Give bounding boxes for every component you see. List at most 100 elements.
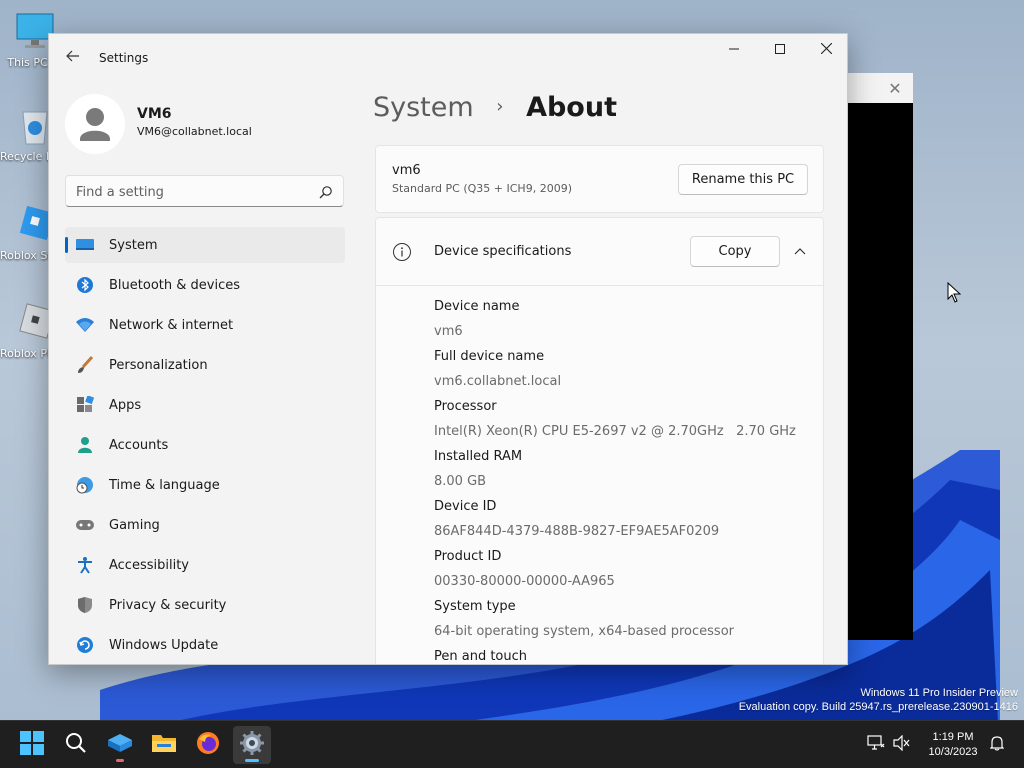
gamepad-icon [75, 515, 95, 535]
device-specifications-title: Device specifications [434, 244, 572, 259]
tray-network[interactable] [864, 721, 888, 768]
spec-value: 8.00 GB [434, 474, 487, 489]
globe-clock-icon [75, 475, 95, 495]
desktop-icon-label: Recycle Bin [0, 150, 48, 163]
tray-volume[interactable] [890, 721, 914, 768]
sidebar-nav: System Bluetooth & devices Network & int… [65, 227, 345, 664]
spec-row: System type 64-bit operating system, x64… [434, 594, 796, 644]
spec-row: Processor Intel(R) Xeon(R) CPU E5-2697 v… [434, 394, 796, 444]
file-explorer-icon [151, 732, 177, 758]
breadcrumb: System › About [373, 92, 617, 123]
chevron-right-icon: › [496, 96, 504, 117]
sidebar-item-label: Personalization [109, 357, 208, 373]
spec-row: Installed RAM 8.00 GB [434, 444, 796, 494]
bell-icon [989, 735, 1005, 755]
taskbar-roblox-studio[interactable] [101, 726, 139, 764]
close-icon[interactable]: ✕ [888, 79, 901, 98]
sidebar-item-label: Gaming [109, 517, 160, 533]
page-title: About [526, 92, 617, 123]
search-input[interactable] [76, 182, 311, 202]
chevron-up-icon[interactable] [790, 242, 810, 262]
accessibility-icon [75, 555, 95, 575]
back-arrow-icon[interactable] [63, 48, 83, 68]
mouse-cursor [947, 281, 962, 304]
profile-email: VM6@collabnet.local [137, 125, 252, 138]
bluetooth-icon [75, 275, 95, 295]
sidebar-item-apps[interactable]: Apps [65, 387, 345, 423]
sidebar-item-windows-update[interactable]: Windows Update [65, 627, 345, 663]
sidebar-item-label: System [109, 237, 158, 253]
desktop-icon-label: Roblox Studio [0, 249, 48, 262]
settings-gear-icon [240, 731, 264, 759]
sidebar-item-label: Apps [109, 397, 142, 413]
network-status-icon [867, 735, 885, 755]
taskbar-settings[interactable] [233, 726, 271, 764]
system-clock[interactable]: 1:19 PM 10/3/2023 [918, 730, 988, 760]
desktop-icon-label: Roblox Player [0, 347, 48, 360]
spec-key: Processor [434, 399, 497, 414]
sidebar-item-system[interactable]: System [65, 227, 345, 263]
wifi-icon [75, 315, 95, 335]
sidebar-item-accessibility[interactable]: Accessibility [65, 547, 345, 583]
roblox-studio-icon [107, 732, 133, 758]
spec-key: Product ID [434, 549, 502, 564]
spec-value: 64-bit operating system, x64-based proce… [434, 624, 734, 639]
avatar[interactable] [65, 94, 125, 154]
taskbar: 1:19 PM 10/3/2023 [0, 720, 1024, 768]
sidebar-item-gaming[interactable]: Gaming [65, 507, 345, 543]
taskbar-file-explorer[interactable] [145, 726, 183, 764]
apps-icon [75, 395, 95, 415]
sidebar-item-personalization[interactable]: Personalization [65, 347, 345, 383]
start-icon [20, 731, 44, 759]
watermark-line: Windows 11 Pro Insider Preview [860, 687, 1018, 699]
desktop-icon-label: This PC [7, 56, 48, 69]
maximize-button[interactable] [757, 34, 803, 66]
sidebar-item-label: Bluetooth & devices [109, 277, 240, 293]
spec-value: 00330-80000-00000-AA965 [434, 574, 615, 589]
taskbar-search-button[interactable] [57, 726, 95, 764]
spec-row: Product ID 00330-80000-00000-AA965 [434, 544, 796, 594]
window-title: Settings [99, 51, 149, 65]
sidebar-item-accounts[interactable]: Accounts [65, 427, 345, 463]
taskbar-firefox[interactable] [189, 726, 227, 764]
rename-pc-button[interactable]: Rename this PC [678, 164, 808, 195]
profile-name: VM6 [137, 106, 172, 122]
sidebar-item-label: Windows Update [109, 637, 219, 653]
spec-key: Device ID [434, 499, 497, 514]
spec-value: 86AF844D-4379-488B-9827-EF9AE5AF0209 [434, 524, 720, 539]
spec-key: System type [434, 599, 516, 614]
pc-model: Standard PC (Q35 + ICH9, 2009) [392, 182, 572, 195]
shield-icon [75, 595, 95, 615]
spec-key: Pen and touch [434, 649, 528, 664]
volume-muted-icon [893, 734, 911, 755]
breadcrumb-parent[interactable]: System [373, 92, 474, 123]
search-icon[interactable] [319, 184, 333, 199]
background-window[interactable]: ✕ [847, 73, 913, 640]
sidebar-item-bluetooth[interactable]: Bluetooth & devices [65, 267, 345, 303]
spec-row: Device ID 86AF844D-4379-488B-9827-EF9AE5… [434, 494, 796, 544]
device-specifications-card: Device specifications Copy Device name v… [375, 217, 824, 664]
system-display-icon [75, 235, 95, 255]
firefox-icon [196, 731, 220, 759]
device-specifications-list: Device name vm6 Full device name vm6.col… [434, 294, 796, 664]
copy-button[interactable]: Copy [690, 236, 780, 267]
sidebar-item-time-language[interactable]: Time & language [65, 467, 345, 503]
spec-value: vm6 [434, 324, 463, 339]
search-box[interactable] [65, 175, 344, 207]
minimize-button[interactable] [711, 34, 757, 66]
background-window-titlebar[interactable]: ✕ [847, 73, 913, 103]
spec-key: Device name [434, 299, 520, 314]
person-icon [75, 435, 95, 455]
settings-window: Settings VM6 VM6@collabnet.local System … [48, 33, 848, 665]
titlebar[interactable]: Settings [49, 34, 847, 82]
start-button[interactable] [13, 726, 51, 764]
running-indicator [116, 759, 124, 762]
spec-value: Intel(R) Xeon(R) CPU E5-2697 v2 @ 2.70GH… [434, 424, 796, 439]
spec-value: vm6.collabnet.local [434, 374, 562, 389]
sidebar-item-privacy[interactable]: Privacy & security [65, 587, 345, 623]
sidebar-item-network[interactable]: Network & internet [65, 307, 345, 343]
sidebar-item-label: Network & internet [109, 317, 234, 333]
close-button[interactable] [803, 34, 847, 66]
notification-button[interactable] [986, 721, 1008, 768]
device-specifications-header[interactable]: Device specifications Copy [376, 218, 823, 286]
